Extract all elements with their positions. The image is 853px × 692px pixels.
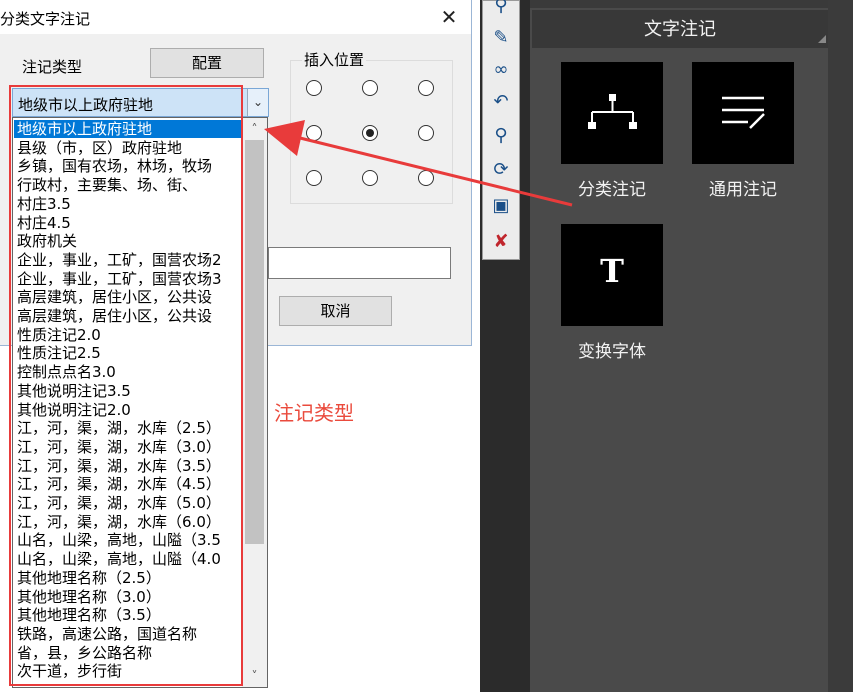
position-radio-top-center[interactable] — [362, 80, 378, 96]
scrollbar-thumb[interactable] — [245, 140, 264, 544]
cancel-button[interactable]: 取消 — [279, 296, 392, 326]
hierarchy-icon — [588, 94, 637, 129]
dropdown-item[interactable]: 省，县，乡公路名称 — [17, 644, 241, 662]
annotation-text-input[interactable] — [268, 247, 451, 279]
annotation-type-dropdown-list[interactable]: 地级市以上政府驻地 县级（市，区）政府驻地 乡镇，国有农场，林场，牧场 行政村，主要集… — [12, 117, 268, 688]
dialog-title: 分类文字注记 — [0, 10, 91, 28]
position-radio-center[interactable] — [362, 125, 378, 141]
dropdown-item[interactable]: 村庄4.5 — [17, 214, 241, 232]
dropdown-item[interactable]: 其他说明注记3.5 — [17, 382, 241, 400]
insert-position-label: 插入位置 — [302, 49, 367, 70]
classified-annotation-label: 分类注记 — [578, 180, 646, 200]
dropdown-item[interactable]: 县级（市，区）政府驻地 — [17, 139, 241, 157]
dropdown-item[interactable]: 高层建筑，居住小区，公共设 — [17, 288, 241, 306]
nodes-icon[interactable]: ∞ — [487, 56, 515, 84]
annotation-callout-label: 注记类型 — [274, 401, 354, 425]
screen: 分类文字注记 ✕ 注记类型 配置 插入位置 取消 地级市以上政府驻地 ⌄ 地级市… — [0, 0, 853, 692]
dropdown-item[interactable]: 山名，山梁，高地，山隘（4.0 — [17, 550, 241, 568]
dropdown-item[interactable]: 性质注记2.5 — [17, 344, 241, 362]
dropdown-item[interactable]: 乡镇，国有农场，林场，牧场 — [17, 157, 241, 175]
eraser-icon[interactable]: ✘ — [487, 228, 515, 256]
dropdown-item[interactable]: 性质注记2.0 — [17, 326, 241, 344]
general-annotation-tile[interactable] — [692, 62, 794, 164]
position-radio-top-left[interactable] — [306, 80, 322, 96]
panel-right-edge — [828, 0, 853, 692]
panel-resize-corner-icon[interactable] — [818, 35, 826, 43]
dropdown-item[interactable]: 其他地理名称（3.0） — [17, 588, 241, 606]
window-icon[interactable]: ▣ — [487, 192, 515, 220]
panel-title: 文字注记 — [644, 19, 716, 40]
dropdown-item[interactable]: 山名，山梁，高地，山隘（3.5 — [17, 531, 241, 549]
dropdown-item[interactable]: 高层建筑，居住小区，公共设 — [17, 307, 241, 325]
dropdown-item[interactable]: 江，河，渠，湖，水库（2.5） — [17, 419, 241, 437]
dropdown-item[interactable]: 行政村，主要集、场、街、 — [17, 176, 241, 194]
magnify-icon[interactable]: ⚲ — [487, 122, 515, 150]
scroll-down-icon[interactable]: ˅ — [242, 665, 267, 687]
dropdown-item[interactable]: 企业，事业，工矿，国营农场3 — [17, 270, 241, 288]
dropdown-item-selected[interactable]: 地级市以上政府驻地 — [14, 120, 242, 138]
position-radio-middle-left[interactable] — [306, 125, 322, 141]
change-font-label: 变换字体 — [578, 342, 646, 362]
position-radio-bottom-center[interactable] — [362, 170, 378, 186]
annotation-type-label: 注记类型 — [22, 58, 83, 76]
position-radio-top-right[interactable] — [418, 80, 434, 96]
measure-icon[interactable]: ✎ — [487, 24, 515, 52]
position-radio-bottom-right[interactable] — [418, 170, 434, 186]
close-button[interactable]: ✕ — [433, 3, 465, 31]
rotate-icon[interactable]: ⟳ — [487, 156, 515, 184]
dropdown-item[interactable]: 其他地理名称（3.5） — [17, 606, 241, 624]
dropdown-item[interactable]: 其他地理名称（2.5） — [17, 569, 241, 587]
panel-top-strip — [530, 0, 853, 8]
dialog-titlebar: 分类文字注记 ✕ — [0, 0, 471, 34]
dropdown-item[interactable]: 江，河，渠，湖，水库（3.5） — [17, 457, 241, 475]
config-button[interactable]: 配置 — [150, 48, 264, 78]
annotation-type-combobox[interactable]: 地级市以上政府驻地 ⌄ — [12, 88, 269, 117]
dropdown-item[interactable]: 控制点点名3.0 — [17, 363, 241, 381]
position-radio-middle-right[interactable] — [418, 125, 434, 141]
dropdown-item[interactable]: 江，河，渠，湖，水库（5.0） — [17, 494, 241, 512]
dropdown-item[interactable]: 次干道，步行街 — [17, 662, 241, 680]
chevron-down-icon[interactable]: ⌄ — [247, 89, 268, 116]
zoom-icon[interactable]: ⚲ — [487, 0, 515, 20]
text-lines-icon — [722, 96, 765, 129]
dropdown-item[interactable]: 村庄3.5 — [17, 195, 241, 213]
dropdown-item[interactable]: 江，河，渠，湖，水库（3.0） — [17, 438, 241, 456]
dropdown-item[interactable]: 企业，事业，工矿，国营农场2 — [17, 251, 241, 269]
classified-annotation-tile[interactable] — [561, 62, 663, 164]
combobox-value: 地级市以上政府驻地 — [18, 96, 154, 114]
dropdown-item[interactable]: 其他说明注记2.0 — [17, 401, 241, 419]
dropdown-item[interactable]: 铁路，高速公路，国道名称 — [17, 625, 241, 643]
change-font-tile[interactable]: T — [561, 224, 663, 326]
position-radio-bottom-left[interactable] — [306, 170, 322, 186]
dropdown-item[interactable]: 江，河，渠，湖，水库（4.5） — [17, 475, 241, 493]
dropdown-item[interactable]: 政府机关 — [17, 232, 241, 250]
dropdown-scrollbar[interactable]: ˄ ˅ — [242, 118, 267, 687]
dropdown-item[interactable]: 江，河，渠，湖，水库（6.0） — [17, 513, 241, 531]
scroll-up-icon[interactable]: ˄ — [242, 118, 267, 140]
font-icon: T — [600, 252, 624, 290]
general-annotation-label: 通用注记 — [709, 180, 777, 200]
curve-icon[interactable]: ↶ — [487, 88, 515, 116]
